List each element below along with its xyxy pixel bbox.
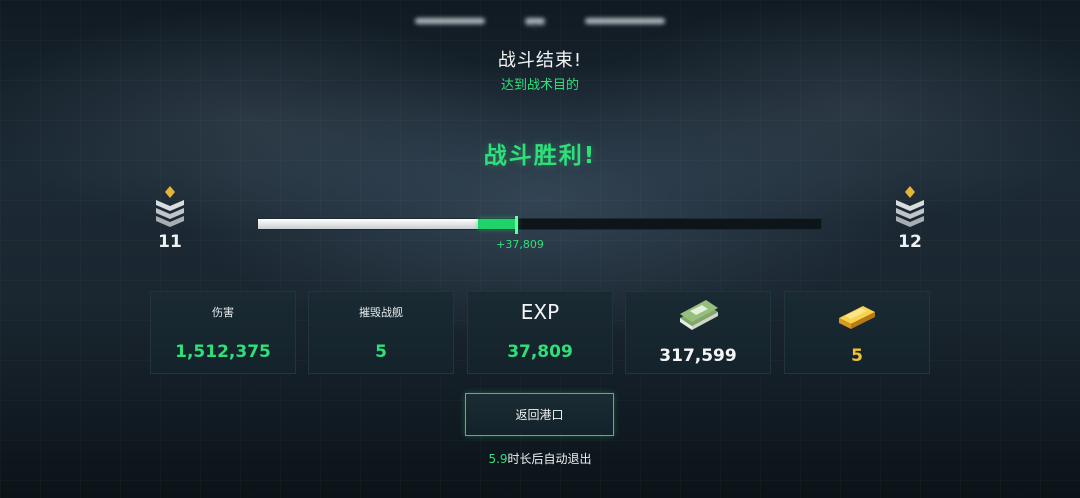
rank-chevron-icon (156, 186, 184, 227)
ships-destroyed-label: 摧毁战舰 (359, 306, 403, 319)
cash-stack-icon (680, 300, 718, 330)
ships-destroyed-card: 摧毁战舰 5 (308, 291, 454, 374)
return-to-port-button[interactable]: 返回港口 (465, 393, 614, 436)
rank-chevron-icon (896, 186, 924, 227)
next-rank: 12 (890, 186, 930, 252)
ships-destroyed-value: 5 (375, 342, 387, 362)
damage-card: 伤害 1,512,375 (150, 291, 296, 374)
exp-progress-bar (257, 216, 822, 234)
battle-end-title: 战斗结束! (497, 50, 583, 71)
exp-gain-fill (477, 219, 517, 229)
exp-card: EXP 37,809 (467, 291, 613, 374)
objective-subtitle: 达到战术目的 (500, 78, 579, 93)
auto-exit-countdown: 5.9 (488, 452, 508, 466)
exp-previous-fill (258, 219, 478, 229)
auto-exit-notice: 5.9时长后自动退出 (0, 450, 1080, 467)
exp-label: EXP (520, 300, 560, 324)
credits-value: 317,599 (659, 346, 737, 366)
current-rank: 11 (150, 186, 190, 252)
clock-text: --:-- (525, 18, 545, 31)
damage-label: 伤害 (212, 306, 234, 319)
victory-banner: 战斗胜利! (483, 143, 597, 169)
exp-gain-label: +37,809 (496, 238, 544, 251)
exp-value: 37,809 (507, 342, 573, 362)
gold-bar-icon (839, 306, 875, 329)
auto-exit-text: 时长后自动退出 (507, 452, 592, 466)
next-level: 12 (898, 232, 922, 252)
reward-cards: 伤害 1,512,375 摧毁战舰 5 EXP 37,809 317,599 5 (150, 291, 931, 374)
exp-progress-marker (514, 216, 518, 234)
status-bar-blurred: --:-- (360, 14, 720, 31)
gold-value: 5 (851, 346, 863, 366)
current-level: 11 (158, 232, 182, 252)
credits-card: 317,599 (625, 291, 771, 374)
gold-card: 5 (784, 291, 930, 374)
damage-value: 1,512,375 (175, 342, 271, 362)
